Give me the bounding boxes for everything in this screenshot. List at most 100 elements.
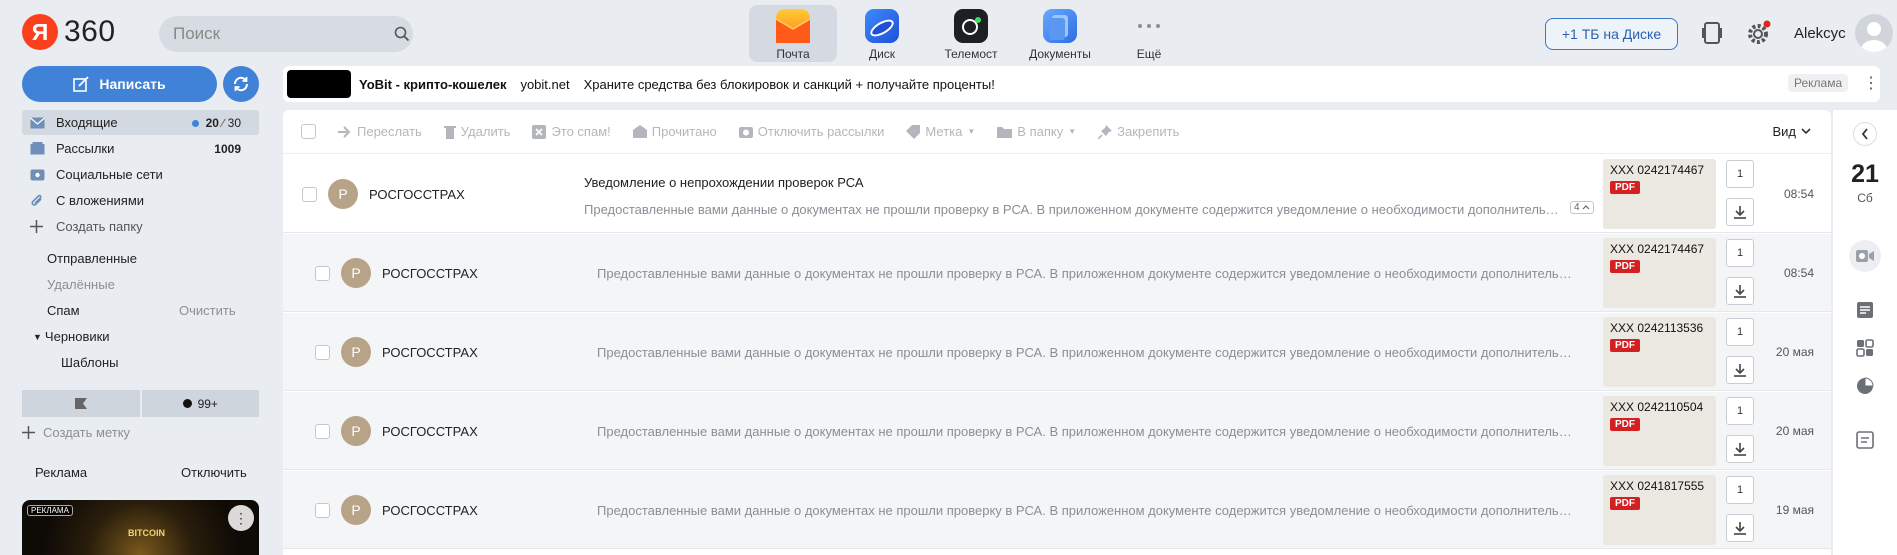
spam-button[interactable]: Это спам!: [532, 124, 611, 139]
label-button[interactable]: Метка ▼: [906, 124, 975, 139]
inbox-count: 20 ∕ 30: [191, 115, 241, 130]
attachment-card[interactable]: XXX 0241817555 PDF: [1603, 475, 1716, 545]
search-input[interactable]: [173, 24, 394, 44]
search-box[interactable]: [159, 16, 413, 52]
ad-domain: yobit.net: [520, 76, 570, 92]
folder-social[interactable]: Социальные сети: [22, 162, 259, 187]
plus-icon: [22, 426, 35, 439]
download-button[interactable]: [1726, 277, 1754, 305]
caret-down-icon[interactable]: ▼: [33, 332, 42, 342]
mail-app-icon: [776, 9, 810, 43]
attachment-count[interactable]: 1: [1726, 397, 1754, 425]
app-mail[interactable]: Почта: [749, 5, 837, 62]
message-list: Переслать Удалить Это спам! Прочитано От…: [283, 110, 1831, 555]
app-disk[interactable]: Диск: [838, 5, 926, 62]
app-telemost[interactable]: Телемост: [927, 5, 1015, 62]
message-checkbox[interactable]: [315, 503, 330, 518]
create-label-link[interactable]: Создать метку: [22, 425, 130, 440]
attachment-count[interactable]: 1: [1726, 239, 1754, 267]
create-label-text: Создать метку: [43, 425, 131, 440]
ad-banner[interactable]: YoBit - крипто-кошелек yobit.net Храните…: [283, 66, 1880, 102]
app-documents[interactable]: Документы: [1016, 5, 1104, 62]
attachment-name: XXX 0241817555: [1610, 479, 1705, 493]
folder-attachments[interactable]: С вложениями: [22, 188, 259, 213]
message-date: 08:54: [1783, 266, 1814, 280]
compose-note-icon[interactable]: [1849, 424, 1881, 456]
yandex-360-logo[interactable]: Я 360: [22, 14, 116, 50]
view-label: Вид: [1772, 124, 1796, 139]
message-checkbox[interactable]: [315, 266, 330, 281]
pdf-badge: PDF: [1610, 339, 1640, 352]
sidebar-ad-image[interactable]: РЕКЛАМА BITCOIN ⋮: [22, 500, 259, 555]
envelope-open-icon: [632, 125, 647, 138]
attachment-count[interactable]: 1: [1726, 318, 1754, 346]
refresh-button[interactable]: [223, 66, 259, 102]
attachment-count[interactable]: 1: [1726, 160, 1754, 188]
thread-toggle[interactable]: 4: [1570, 201, 1594, 214]
message-row[interactable]: Р РОСГОССТРАХ Предоставленные вами данные …: [283, 392, 1831, 470]
attachment-count[interactable]: 1: [1726, 476, 1754, 504]
username[interactable]: Alekcyc: [1794, 25, 1846, 42]
folder-sent[interactable]: Отправленные: [47, 251, 137, 266]
folder-deleted[interactable]: Удалённые: [47, 277, 115, 292]
message-checkbox[interactable]: [315, 345, 330, 360]
ad-menu-icon[interactable]: ⋮: [228, 505, 254, 531]
download-button[interactable]: [1726, 514, 1754, 542]
disable-ads-link[interactable]: Отключить: [181, 465, 247, 480]
search-icon[interactable]: [394, 26, 410, 42]
filter-flagged[interactable]: [22, 390, 140, 417]
yandex-logo-icon: Я: [22, 14, 58, 50]
download-button[interactable]: [1726, 198, 1754, 226]
folder-spam[interactable]: Спам: [47, 303, 80, 318]
spam-label: Это спам!: [551, 124, 611, 139]
user-avatar[interactable]: [1855, 14, 1893, 52]
download-button[interactable]: [1726, 356, 1754, 384]
message-row[interactable]: Р РОСГОССТРАХ Предоставленные вами данные …: [283, 313, 1831, 391]
app-more[interactable]: Ещё: [1105, 5, 1193, 62]
attachment-card[interactable]: XXX 0242113536 PDF: [1603, 317, 1716, 387]
mobile-icon[interactable]: [1702, 22, 1722, 44]
move-to-folder-button[interactable]: В папку ▼: [997, 124, 1076, 139]
delete-button[interactable]: Удалить: [443, 124, 510, 139]
folder-templates[interactable]: Шаблоны: [61, 355, 119, 370]
message-checkbox[interactable]: [302, 187, 317, 202]
clean-spam-link[interactable]: Очистить: [179, 303, 236, 318]
forward-button[interactable]: Переслать: [338, 124, 422, 139]
notes-icon[interactable]: [1849, 294, 1881, 326]
pin-button[interactable]: Закрепить: [1098, 124, 1179, 139]
folder-drafts[interactable]: ▼ Черновики: [33, 329, 110, 344]
message-row[interactable]: Р РОСГОССТРАХ Уведомление о непрохождении …: [283, 155, 1831, 233]
ad-logo: [287, 70, 351, 98]
download-button[interactable]: [1726, 435, 1754, 463]
attachment-card[interactable]: XXX 0242174467 PDF: [1603, 159, 1716, 229]
select-all-checkbox[interactable]: [301, 124, 316, 139]
inbox-unread: 20: [205, 115, 219, 130]
compose-button[interactable]: Написать: [22, 66, 217, 102]
app-label: Телемост: [944, 47, 998, 61]
message-row[interactable]: Р РОСГОССТРАХ Предоставленные вами данные …: [283, 471, 1831, 549]
folder-inbox[interactable]: Входящие 20 ∕ 30: [22, 110, 259, 135]
disk-app-icon: [865, 9, 899, 43]
newsletters-icon: [30, 142, 46, 155]
attachment-card[interactable]: XXX 0242174467 PDF: [1603, 238, 1716, 308]
unsubscribe-button[interactable]: Отключить рассылки: [738, 124, 884, 139]
folder-newsletters[interactable]: Рассылки 1009: [22, 136, 259, 161]
sender-avatar: Р: [341, 258, 371, 288]
calendar-day[interactable]: 21: [1833, 160, 1897, 189]
forward-label: Переслать: [357, 124, 422, 139]
filter-unread[interactable]: 99+: [141, 390, 259, 417]
pie-chart-icon[interactable]: [1849, 370, 1881, 402]
attachment-card[interactable]: XXX 0242110504 PDF: [1603, 396, 1716, 466]
settings-gear-icon[interactable]: [1746, 20, 1772, 46]
ad-more-icon[interactable]: ⋮: [1863, 73, 1879, 93]
view-button[interactable]: Вид: [1772, 124, 1811, 139]
apps-grid-icon[interactable]: [1849, 332, 1881, 364]
create-folder[interactable]: Создать папку: [22, 214, 259, 239]
collapse-panel-button[interactable]: [1853, 122, 1877, 146]
mark-read-button[interactable]: Прочитано: [632, 124, 717, 139]
message-row[interactable]: Р РОСГОССТРАХ Предоставленные вами данные …: [283, 234, 1831, 312]
pin-icon: [1098, 124, 1113, 139]
message-checkbox[interactable]: [315, 424, 330, 439]
disk-upgrade-button[interactable]: +1 ТБ на Диске: [1545, 18, 1678, 50]
telemost-icon[interactable]: [1849, 240, 1881, 272]
